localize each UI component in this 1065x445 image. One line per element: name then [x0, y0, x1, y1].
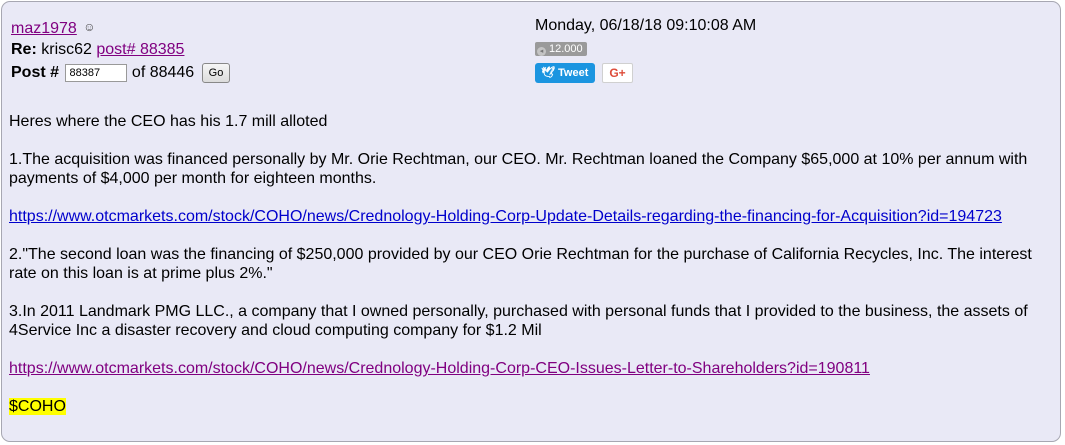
otc-link-2[interactable]: https://www.otcmarkets.com/stock/COHO/ne…	[9, 360, 870, 377]
reply-label: Re:	[11, 41, 37, 58]
views-count: 12.000	[549, 43, 583, 55]
post-number-input[interactable]	[65, 64, 128, 82]
post-date: Monday, 06/18/18 09:10:08 AM	[535, 17, 757, 34]
username-link[interactable]: maz1978	[11, 20, 77, 37]
gplus-button[interactable]: G+	[602, 63, 633, 83]
go-button[interactable]: Go	[201, 63, 231, 83]
post-meta: Monday, 06/18/18 09:10:08 AM ◂ 12.000 🕊 T…	[535, 16, 756, 83]
ticker-highlight: $COHO	[9, 398, 66, 415]
paragraph-3: 3.In 2011 Landmark PMG LLC., a company t…	[9, 303, 1028, 339]
post-body: Heres where the CEO has his 1.7 mill all…	[9, 112, 1059, 435]
reply-user: krisc62	[41, 41, 92, 58]
otc-link-1[interactable]: https://www.otcmarkets.com/stock/COHO/ne…	[9, 208, 1002, 225]
face-icon: ☺	[83, 20, 96, 34]
reply-post-link[interactable]: post# 88385	[96, 41, 184, 58]
post-count: of 88446	[131, 64, 195, 82]
views-icon: ◂	[537, 47, 546, 56]
views-badge: ◂ 12.000	[535, 42, 587, 56]
twitter-icon: 🕊	[541, 67, 555, 79]
paragraph-2: 2."The second loan was the financing of …	[9, 246, 1032, 282]
tweet-button[interactable]: 🕊 Tweet	[535, 63, 595, 83]
post-header: maz1978 ☺ Re: krisc62 post# 88385 Post #…	[11, 17, 231, 86]
tweet-label: Tweet	[558, 67, 589, 79]
share-buttons: 🕊 Tweet G+	[535, 63, 756, 83]
paragraph-1: 1.The acquisition was financed personall…	[9, 151, 1028, 187]
paragraph-intro: Heres where the CEO has his 1.7 mill all…	[9, 113, 328, 130]
post-container: maz1978 ☺ Re: krisc62 post# 88385 Post #…	[1, 1, 1061, 442]
post-number-label: Post #	[11, 64, 60, 82]
